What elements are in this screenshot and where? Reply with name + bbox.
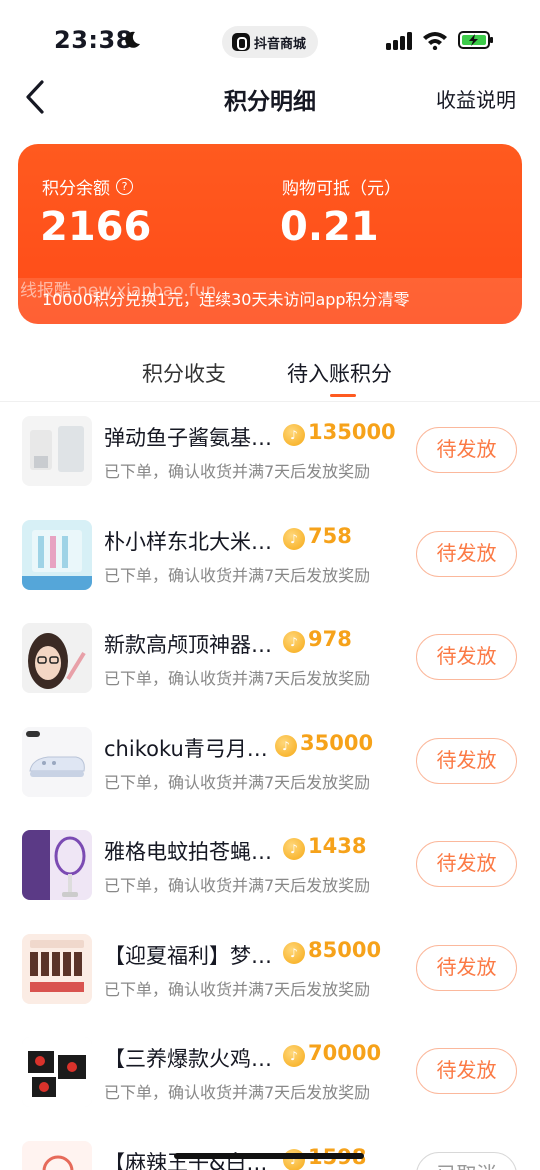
points-value: 85000 (308, 937, 382, 962)
status-button[interactable]: 待发放 (416, 427, 517, 473)
balance-value: 2166 (40, 204, 152, 250)
tab-points-history[interactable]: 积分收支 (142, 358, 226, 388)
product-thumbnail (22, 726, 92, 797)
status-button[interactable]: 待发放 (416, 634, 517, 680)
product-name: 朴小样东北大米… (104, 529, 272, 554)
product-thumbnail (22, 830, 92, 900)
points-value: 70000 (308, 1041, 382, 1065)
battery-charging-icon (458, 31, 493, 49)
status-button[interactable]: 待发放 (416, 530, 517, 577)
watermark-text: 线报酷-new.xianbao.fun (20, 281, 217, 301)
list-item[interactable]: 【三养爆款火鸡… 70000 已下单，确认收货并满7天后发放奖励 待发放 (0, 1021, 540, 1125)
list-item[interactable]: 新款高颅顶神器… 978 已下单，确认收货并满7天后发放奖励 待发放 (0, 607, 540, 711)
product-name: 弹动鱼子酱氨基… (104, 426, 272, 450)
status-button[interactable]: 待发放 (416, 737, 517, 784)
points-value: 758 (308, 523, 352, 548)
balance-label-row: 积分余额 ? (42, 174, 133, 199)
tab-bar: 积分收支 待入账积分 (0, 352, 540, 402)
status-button[interactable]: 待发放 (416, 944, 517, 991)
reward-note: 已下单，确认收货并满7天后发放奖励 (104, 669, 371, 688)
product-name: chikoku青弓月… (104, 736, 268, 761)
signal-icon (386, 32, 412, 50)
status-button[interactable]: 待发放 (416, 1048, 517, 1094)
reward-note: 已下单，确认收货并满7天后发放奖励 (104, 462, 371, 481)
nav-bar: 积分明细 收益说明 (0, 80, 540, 140)
list-item[interactable]: 朴小样东北大米… 758 已下单，确认收货并满7天后发放奖励 待发放 (0, 504, 540, 608)
reward-note: 已下单，确认收货并满7天后发放奖励 (104, 1083, 371, 1102)
coin-icon (283, 1045, 305, 1067)
product-thumbnail (22, 623, 92, 693)
product-name: 【三养爆款火鸡… (104, 1047, 272, 1071)
product-name: 雅格电蚊拍苍蝇… (104, 840, 272, 864)
deduct-label: 购物可抵（元） (282, 179, 401, 199)
question-icon[interactable]: ? (116, 178, 133, 195)
product-name: 新款高颅顶神器… (104, 633, 272, 657)
points-summary-card: 积分余额 ? 2166 购物可抵（元） 0.21 10000积分兑换1元，连续3… (18, 144, 522, 324)
moon-icon (125, 31, 140, 48)
reward-note: 已下单，确认收货并满7天后发放奖励 (104, 876, 371, 895)
active-tab-indicator (330, 394, 356, 397)
reward-note: 已下单，确认收货并满7天后发放奖励 (104, 979, 371, 999)
coin-icon (283, 838, 305, 860)
reward-note: 已下单，确认收货并满7天后发放奖励 (104, 565, 371, 585)
product-name: 【迎夏福利】梦… (104, 943, 272, 968)
coin-icon (283, 1148, 305, 1170)
pending-points-list: 弹动鱼子酱氨基… 135000 已下单，确认收货并满7天后发放奖励 待发放 朴小… (0, 400, 540, 1170)
tab-pending-points[interactable]: 待入账积分 (287, 358, 392, 388)
list-item[interactable]: 弹动鱼子酱氨基… 135000 已下单，确认收货并满7天后发放奖励 待发放 (0, 400, 540, 504)
list-item[interactable]: chikoku青弓月… 35000 已下单，确认收货并满7天后发放奖励 待发放 (0, 711, 540, 815)
list-item[interactable]: 雅格电蚊拍苍蝇… 1438 已下单，确认收货并满7天后发放奖励 待发放 (0, 814, 540, 918)
product-thumbnail (22, 1140, 92, 1170)
coin-icon (283, 631, 305, 653)
coin-icon (283, 941, 305, 964)
list-item[interactable]: 【麻辣王子&白… 1598 已取消 (0, 1125, 540, 1170)
product-thumbnail (22, 933, 92, 1004)
home-indicator (174, 1153, 364, 1159)
points-value: 35000 (300, 730, 374, 755)
product-thumbnail (22, 1037, 92, 1107)
balance-label: 积分余额 (42, 179, 110, 199)
points-value: 135000 (308, 420, 396, 444)
points-value: 1438 (308, 834, 367, 858)
points-value: 978 (308, 627, 352, 651)
app-source-label: 抖音商城 (254, 36, 307, 52)
status-bar: 23:38 抖音商城 (0, 0, 540, 80)
wifi-icon (423, 32, 447, 50)
list-item[interactable]: 【迎夏福利】梦… 85000 已下单，确认收货并满7天后发放奖励 待发放 (0, 918, 540, 1022)
earnings-info-link[interactable]: 收益说明 (436, 84, 516, 113)
coin-icon (283, 527, 305, 550)
douyin-icon (232, 33, 250, 51)
product-thumbnail (22, 519, 92, 590)
deduct-value: 0.21 (280, 204, 379, 250)
reward-note: 已下单，确认收货并满7天后发放奖励 (104, 772, 371, 792)
coin-icon (275, 734, 297, 757)
coin-icon (283, 424, 305, 446)
status-button[interactable]: 已取消 (416, 1151, 517, 1170)
app-source-pill[interactable]: 抖音商城 (222, 26, 318, 58)
product-thumbnail (22, 416, 92, 486)
status-button[interactable]: 待发放 (416, 841, 517, 887)
